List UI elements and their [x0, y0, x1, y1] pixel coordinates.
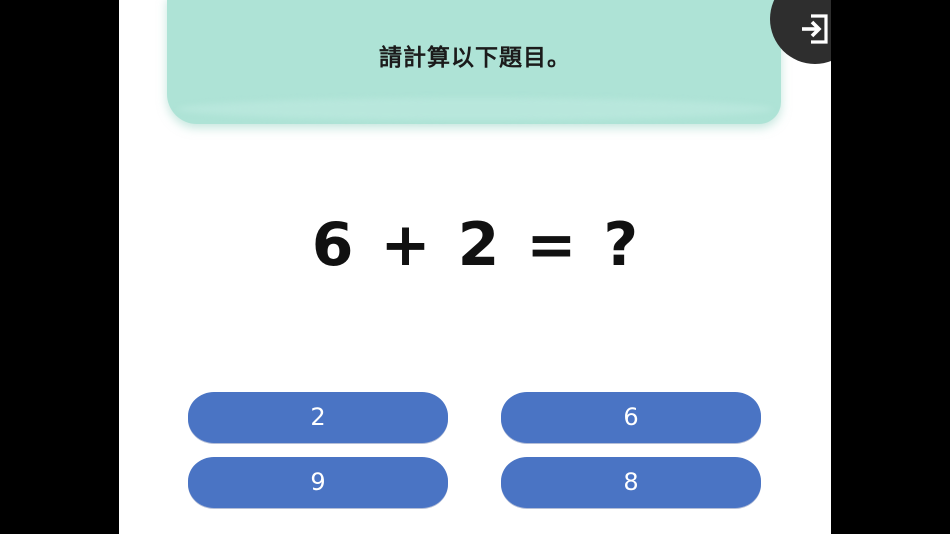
operand-2: 2: [457, 210, 500, 280]
plus-operator: +: [380, 210, 431, 280]
game-stage: 請計算以下題目。 6 + 2 = ? 2 6 9 8: [119, 0, 831, 534]
instruction-text: 請計算以下題目。: [379, 45, 571, 71]
answer-button[interactable]: 8: [501, 457, 761, 508]
operand-1: 6: [311, 210, 354, 280]
exit-icon: [802, 14, 828, 44]
math-question: 6 + 2 = ?: [119, 210, 831, 280]
answer-button[interactable]: 2: [188, 392, 448, 443]
equals-sign: =: [526, 210, 577, 280]
answer-button[interactable]: 6: [501, 392, 761, 443]
unknown-mark: ?: [603, 210, 639, 280]
answer-button[interactable]: 9: [188, 457, 448, 508]
